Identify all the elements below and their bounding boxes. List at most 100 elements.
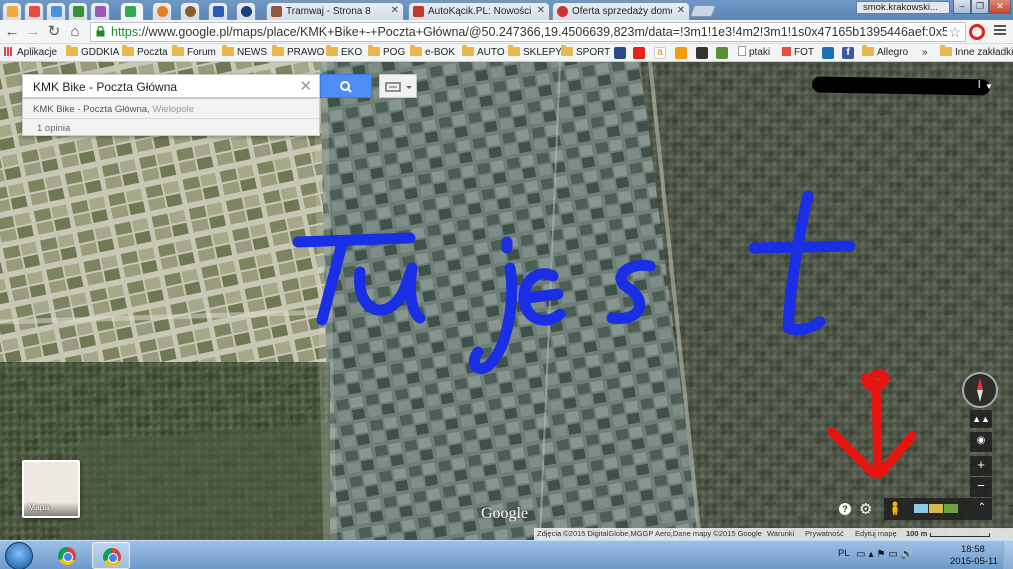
tab[interactable]: [236, 2, 256, 20]
folder-icon: [326, 45, 338, 56]
scale-bar: [930, 533, 990, 537]
stroke-s: [606, 259, 656, 324]
bookmark-label: ptaki: [749, 47, 771, 58]
tab-oferta[interactable]: Oferta sprzedaży domeny ✕: [552, 2, 690, 20]
stroke-T-stem: [316, 238, 348, 326]
new-tab-button[interactable]: [689, 5, 717, 17]
bookmark-folder[interactable]: e-BOK: [410, 45, 455, 60]
back-arrow-icon[interactable]: ←: [3, 23, 21, 41]
home-icon[interactable]: ⌂: [66, 23, 84, 41]
scale-label[interactable]: 100 m: [906, 528, 927, 540]
bookmark-folder[interactable]: GDDKIA: [66, 45, 119, 60]
tab-favicon: [557, 6, 568, 17]
bookmark-icon[interactable]: [696, 47, 708, 59]
tab-autokacik[interactable]: AutoKącik.PL: Nowości na ✕: [408, 2, 550, 20]
thumbnail[interactable]: [914, 504, 928, 513]
bookmarks-overflow[interactable]: »: [922, 46, 928, 60]
tab-close-icon[interactable]: ✕: [537, 5, 545, 16]
chrome-menu-icon[interactable]: [994, 25, 1006, 37]
pegman-icon[interactable]: [890, 501, 900, 516]
arrow-shaft: [871, 379, 883, 477]
bookmark-apps[interactable]: Aplikacje: [4, 46, 57, 60]
bookmark-folder[interactable]: POG: [368, 45, 405, 60]
edit-map-link[interactable]: Edytuj mapę: [855, 528, 897, 540]
bookmark-page[interactable]: FOT: [782, 46, 814, 60]
folder-icon: [508, 45, 520, 56]
folder-icon: [940, 45, 952, 56]
apps-grid-icon: [4, 47, 13, 56]
language-indicator[interactable]: PL: [838, 548, 850, 559]
stroke-j: [468, 236, 518, 375]
my-location-icon[interactable]: ◉: [970, 432, 992, 452]
tilt-button[interactable]: ▲▲: [970, 410, 992, 428]
show-desktop-button[interactable]: [1003, 541, 1013, 569]
thumbnail[interactable]: [944, 504, 958, 513]
tab-tramwaj[interactable]: Tramwaj - Strona 8 ✕: [266, 2, 404, 20]
expand-chevron-icon[interactable]: ⌃: [978, 502, 986, 513]
tab[interactable]: [152, 2, 172, 20]
opera-extension-icon[interactable]: [969, 24, 985, 40]
taskbar-chrome-active[interactable]: [92, 542, 130, 569]
tab-favicon: [185, 6, 196, 17]
tab-close-icon[interactable]: ✕: [677, 5, 685, 16]
zoom-out-button[interactable]: −: [970, 477, 992, 497]
profile-button[interactable]: smok.krakowski...: [856, 1, 950, 14]
bookmark-folder[interactable]: PRAWO: [272, 45, 324, 60]
address-bar[interactable]: https://www.google.pl/maps/place/KMK+Bik…: [90, 22, 966, 42]
bookmark-icon[interactable]: [822, 47, 834, 59]
tab[interactable]: [68, 2, 88, 20]
close-window-button[interactable]: ✕: [989, 0, 1011, 14]
stroke-t-bar: [748, 240, 856, 254]
minimize-button[interactable]: –: [953, 0, 971, 14]
folder-icon: [368, 45, 380, 56]
bookmark-label: Forum: [187, 47, 216, 58]
youtube-icon[interactable]: [633, 47, 645, 59]
reload-icon[interactable]: ↻: [45, 23, 63, 41]
folder-icon: [172, 45, 184, 56]
compass-control[interactable]: [962, 372, 998, 408]
gear-icon[interactable]: ⚙: [859, 500, 872, 518]
bookmark-page[interactable]: ptaki: [738, 46, 770, 60]
bookmark-folder-other[interactable]: Inne zakładki: [940, 45, 1013, 60]
map-layer-switcher[interactable]: Mapa: [22, 460, 80, 518]
privacy-link[interactable]: Prywatność: [805, 528, 844, 540]
clock-date[interactable]: 2015-05-11: [950, 556, 998, 567]
bookmark-star-icon[interactable]: ☆: [948, 24, 961, 41]
facebook-icon[interactable]: f: [842, 47, 854, 59]
tab[interactable]: [90, 2, 110, 20]
bookmark-folder[interactable]: Forum: [172, 45, 216, 60]
folder-icon: [272, 45, 284, 56]
bookmark-folder[interactable]: SPORT: [561, 45, 610, 60]
help-icon[interactable]: ?: [839, 503, 851, 515]
tab-close-icon[interactable]: ✕: [391, 5, 399, 16]
bookmark-folder[interactable]: Poczta: [122, 45, 168, 60]
tab[interactable]: [180, 2, 200, 20]
tab[interactable]: [24, 2, 44, 20]
start-button[interactable]: [5, 542, 33, 569]
bookmark-folder[interactable]: AUTO: [462, 45, 505, 60]
bookmark-icon[interactable]: [716, 47, 728, 59]
forward-arrow-icon[interactable]: →: [24, 23, 42, 41]
bookmark-icon[interactable]: [614, 47, 626, 59]
tab-active-google-maps[interactable]: [120, 2, 144, 20]
tu-jest-scribble: [292, 190, 856, 375]
maximize-button[interactable]: ❐: [971, 0, 989, 14]
bookmark-folder[interactable]: EKO: [326, 45, 362, 60]
tab[interactable]: [208, 2, 228, 20]
amazon-icon[interactable]: a: [654, 47, 666, 59]
tray-icons[interactable]: ▭▴⚑▭🔊: [856, 549, 916, 560]
tab[interactable]: [2, 2, 22, 20]
bookmark-icon[interactable]: [675, 47, 687, 59]
tab[interactable]: [46, 2, 66, 20]
imagery-thumbnails[interactable]: [914, 504, 960, 514]
terms-link[interactable]: Warunki: [767, 528, 794, 540]
thumbnail[interactable]: [929, 504, 943, 513]
satellite-map[interactable]: KMK Bike - Poczta Główna ✕ KMK Bike - Po…: [0, 62, 1013, 540]
zoom-in-button[interactable]: +: [970, 456, 992, 476]
bookmark-folder[interactable]: SKLEPY: [508, 45, 562, 60]
clock-time[interactable]: 18:58: [961, 544, 985, 555]
taskbar-chrome[interactable]: [48, 542, 86, 569]
bookmark-folder[interactable]: Allegro: [862, 45, 908, 60]
bookmark-folder[interactable]: NEWS: [222, 45, 267, 60]
url-rest: ://www.google.pl/maps/place/KMK+Bike+-+P…: [138, 25, 947, 39]
